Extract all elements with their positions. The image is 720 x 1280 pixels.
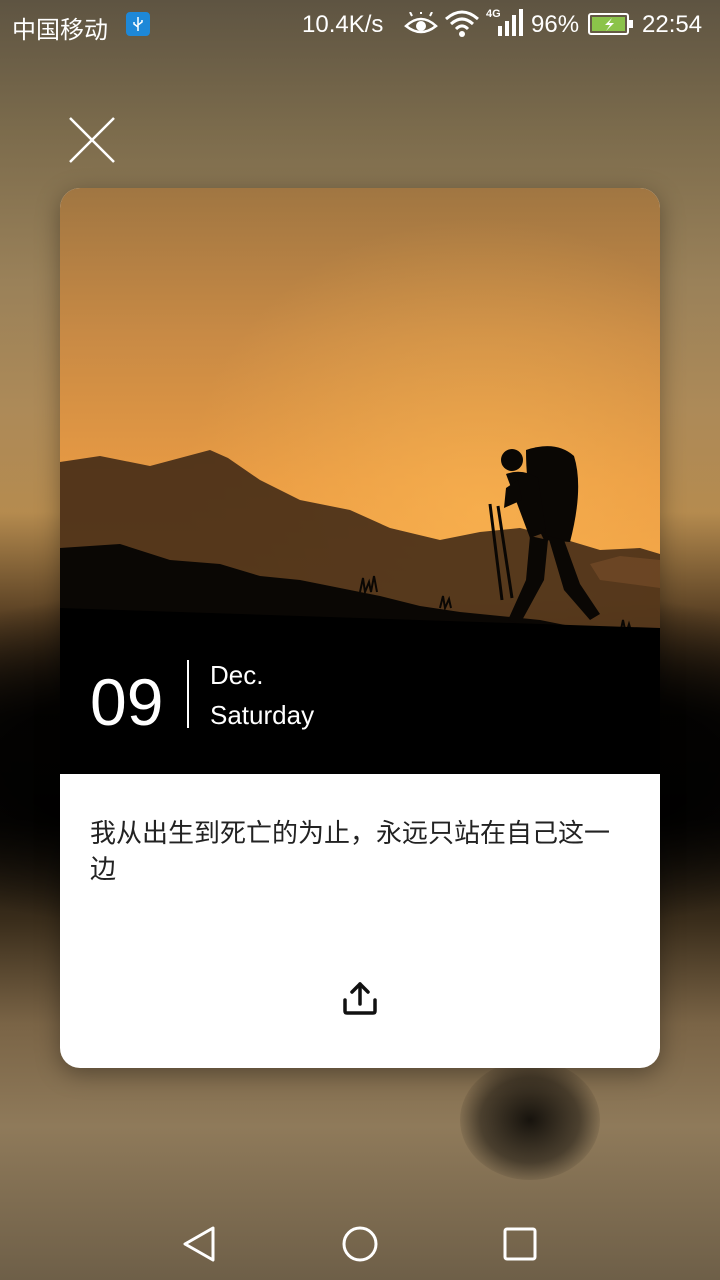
- network-type-label: 4G: [486, 8, 501, 20]
- date-divider: [187, 660, 189, 728]
- home-button[interactable]: [340, 1224, 380, 1268]
- close-button[interactable]: [64, 112, 120, 168]
- eye-icon: [404, 10, 438, 45]
- back-icon: [183, 1226, 215, 1262]
- status-bar: 中国移动 10.4K/s 4G 96% 22:54: [0, 0, 720, 48]
- quote-text: 我从出生到死亡的为止，永远只站在自己这一边: [90, 819, 611, 885]
- recents-button[interactable]: [502, 1226, 538, 1266]
- close-icon: [69, 117, 115, 163]
- share-button[interactable]: [340, 978, 380, 1018]
- blurred-background-shape: [460, 1060, 600, 1180]
- daily-quote-card: 09 Dec. Saturday 我从出生到死亡的为止，永远只站在自己这一边: [60, 188, 660, 1068]
- battery-charging-icon: [588, 12, 634, 43]
- signal-icon: 4G: [486, 6, 526, 45]
- date-day: 09: [90, 665, 164, 739]
- carrier-name: 中国移动: [12, 16, 108, 44]
- network-speed: 10.4K/s: [302, 11, 384, 38]
- share-icon: [343, 982, 377, 1015]
- navigation-bar: [0, 1208, 720, 1280]
- date-weekday: Saturday: [210, 700, 315, 730]
- battery-percent: 96%: [531, 11, 580, 38]
- home-icon: [342, 1226, 378, 1262]
- date-month: Dec.: [210, 660, 264, 690]
- usb-icon: [126, 12, 150, 36]
- wifi-icon: [444, 8, 480, 45]
- recents-icon: [503, 1227, 537, 1261]
- back-button[interactable]: [180, 1224, 220, 1268]
- clock: 22:54: [642, 11, 703, 38]
